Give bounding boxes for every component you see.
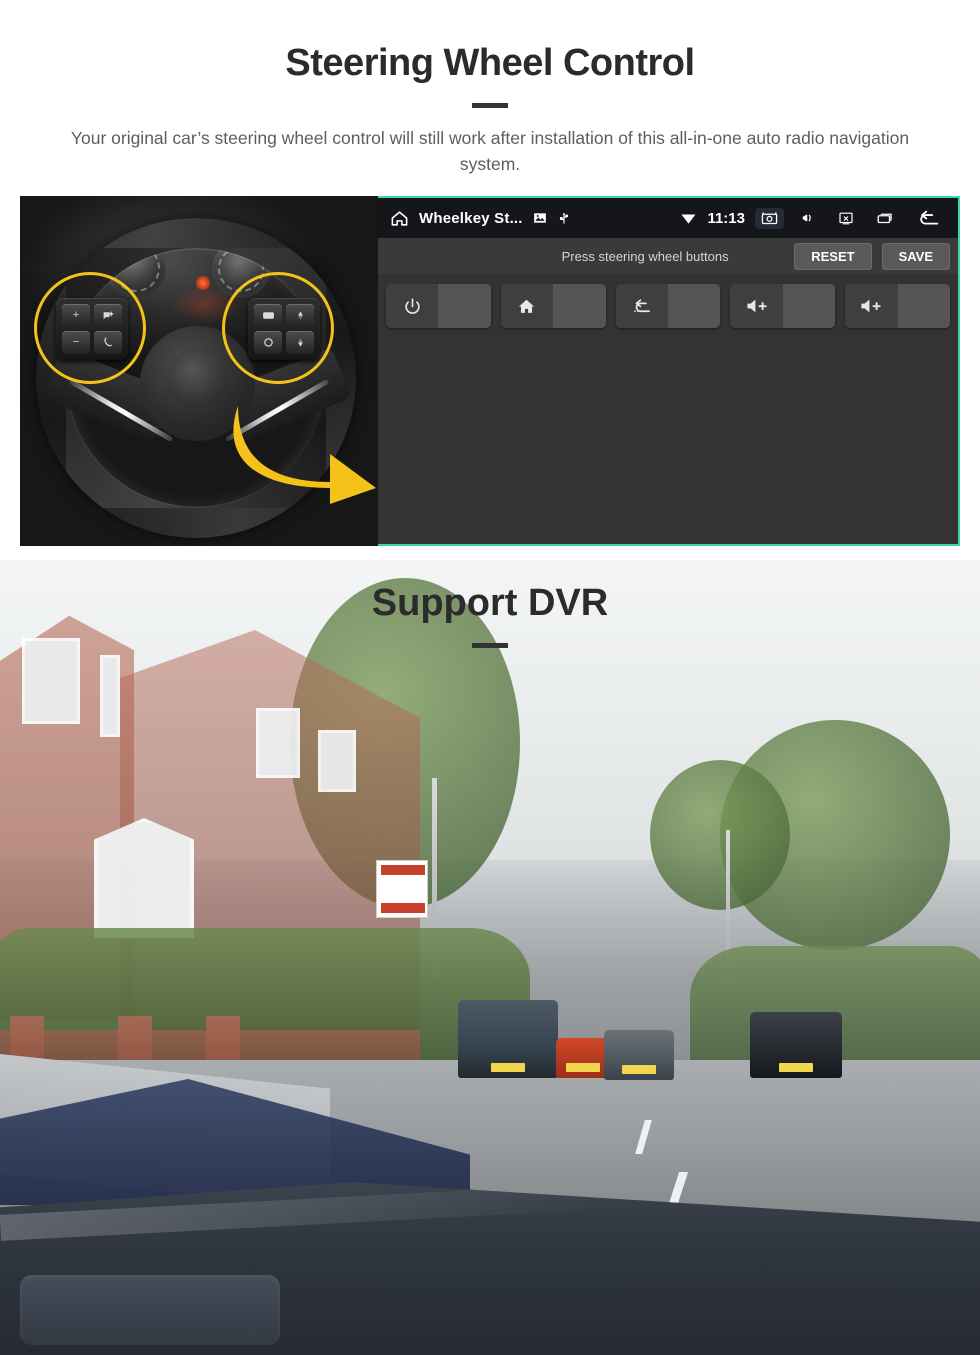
back-icon: [615, 284, 668, 328]
key-value-volume-up-2: [897, 284, 950, 328]
key-slot-back[interactable]: [615, 284, 721, 328]
parked-car-black: [750, 1012, 842, 1078]
volume-up-icon: [730, 284, 783, 328]
key-value-power: [438, 284, 491, 328]
recents-icon[interactable]: [870, 208, 900, 228]
app-title: Wheelkey St...: [419, 209, 523, 227]
page-subtitle: Your original car’s steering wheel contr…: [70, 128, 910, 174]
key-value-back: [667, 284, 721, 328]
for-sale-sign: [376, 860, 428, 918]
steering-wheel-photo: + −: [20, 196, 378, 546]
section-title: Support DVR: [371, 582, 609, 624]
swc-media-row: + − Wheelkey St... 11:13 Press steering …: [20, 196, 960, 546]
parked-car-grey: [604, 1030, 674, 1080]
instruction-text: Press steering wheel buttons: [561, 248, 729, 264]
usb-icon: [557, 210, 571, 226]
porch: [94, 818, 194, 938]
street-background-photo: [0, 560, 980, 1355]
android-head-unit-screen[interactable]: Wheelkey St... 11:13 Press steering whee…: [378, 196, 960, 546]
dvr-title-block: Support DVR: [0, 582, 980, 648]
page-title: Steering Wheel Control: [285, 42, 695, 84]
highlight-circle-right: [222, 272, 334, 384]
window: [22, 638, 80, 724]
key-value-volume-up-1: [782, 284, 836, 328]
window: [100, 655, 120, 737]
reset-button[interactable]: RESET: [794, 242, 872, 270]
yellow-arrow-icon: [233, 406, 376, 504]
window: [256, 708, 300, 778]
key-mapping-area: [378, 274, 958, 544]
title-divider: [472, 643, 508, 648]
action-bar: Press steering wheel buttons RESET SAVE: [378, 238, 958, 274]
image-icon: [533, 211, 547, 225]
volume-mute-icon[interactable]: [794, 207, 822, 229]
power-icon: [386, 284, 439, 328]
key-slot-power[interactable]: [386, 284, 491, 328]
screen-off-icon[interactable]: [832, 208, 860, 229]
home-icon[interactable]: [390, 209, 409, 228]
key-slot-home[interactable]: [500, 284, 606, 328]
highlight-circle-left: [34, 272, 146, 384]
wifi-icon: [680, 211, 697, 225]
key-slot-volume-up-2[interactable]: [845, 284, 950, 328]
volume-up-icon: [845, 284, 898, 328]
window: [318, 730, 356, 792]
clock: 11:13: [707, 209, 745, 227]
parked-suv: [458, 1000, 558, 1078]
steering-wheel-control-section: Steering Wheel Control Your original car…: [0, 0, 980, 560]
back-icon[interactable]: [910, 206, 946, 231]
status-bar: Wheelkey St... 11:13: [378, 198, 958, 238]
key-mapping-row: [386, 284, 950, 328]
support-dvr-section: Support DVR: [0, 560, 980, 1355]
home-icon: [500, 284, 554, 328]
key-slot-volume-up-1[interactable]: [730, 284, 836, 328]
save-button[interactable]: SAVE: [881, 242, 950, 270]
title-divider: [472, 103, 508, 108]
camera-icon[interactable]: [755, 207, 784, 229]
key-value-home: [553, 284, 606, 328]
parked-car-red: [556, 1038, 610, 1078]
tree: [650, 760, 790, 910]
